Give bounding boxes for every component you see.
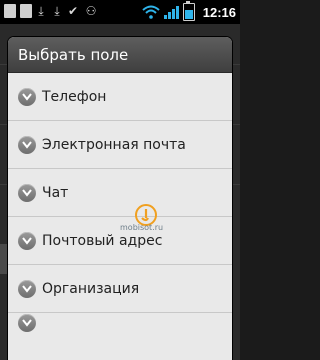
list-item-phone[interactable]: Телефон (8, 73, 232, 121)
check-icon: ✔ (68, 4, 79, 18)
list-item-email[interactable]: Электронная почта (8, 121, 232, 169)
clock: 12:16 (202, 4, 236, 20)
list-item-label: Телефон (42, 88, 107, 105)
chevron-down-icon (18, 183, 36, 202)
list-item-label: Почтовый адрес (42, 232, 163, 249)
notification-icon (4, 4, 16, 18)
signal-icon (163, 5, 179, 19)
usb-debug-icon: ⚇ (85, 4, 97, 18)
list-item-postal-address[interactable]: Почтовый адрес (8, 217, 232, 265)
battery-icon (182, 1, 195, 21)
list-item-organization[interactable]: Организация (8, 265, 232, 313)
list-item-label: Чат (42, 184, 69, 201)
download-icon: ⤓ (38, 4, 44, 18)
notification-icon (20, 4, 32, 18)
select-field-dialog: Выбрать поле Телефон Электронная почта Ч… (8, 37, 232, 360)
dialog-title: Выбрать поле (8, 37, 232, 73)
list-item-partial[interactable] (8, 313, 232, 360)
chevron-down-icon (18, 314, 36, 332)
list-item-chat[interactable]: Чат (8, 169, 232, 217)
chevron-down-icon (18, 87, 36, 106)
chevron-down-icon (18, 279, 36, 298)
wifi-icon (142, 5, 160, 19)
chevron-down-icon (18, 135, 36, 154)
list-item-label: Электронная почта (42, 136, 186, 153)
download-icon: ⤓ (54, 4, 60, 18)
status-bar: ⤓ ⤓ ✔ ⚇ 12:16 (0, 0, 240, 24)
list-item-label: Организация (42, 280, 140, 297)
chevron-down-icon (18, 231, 36, 250)
